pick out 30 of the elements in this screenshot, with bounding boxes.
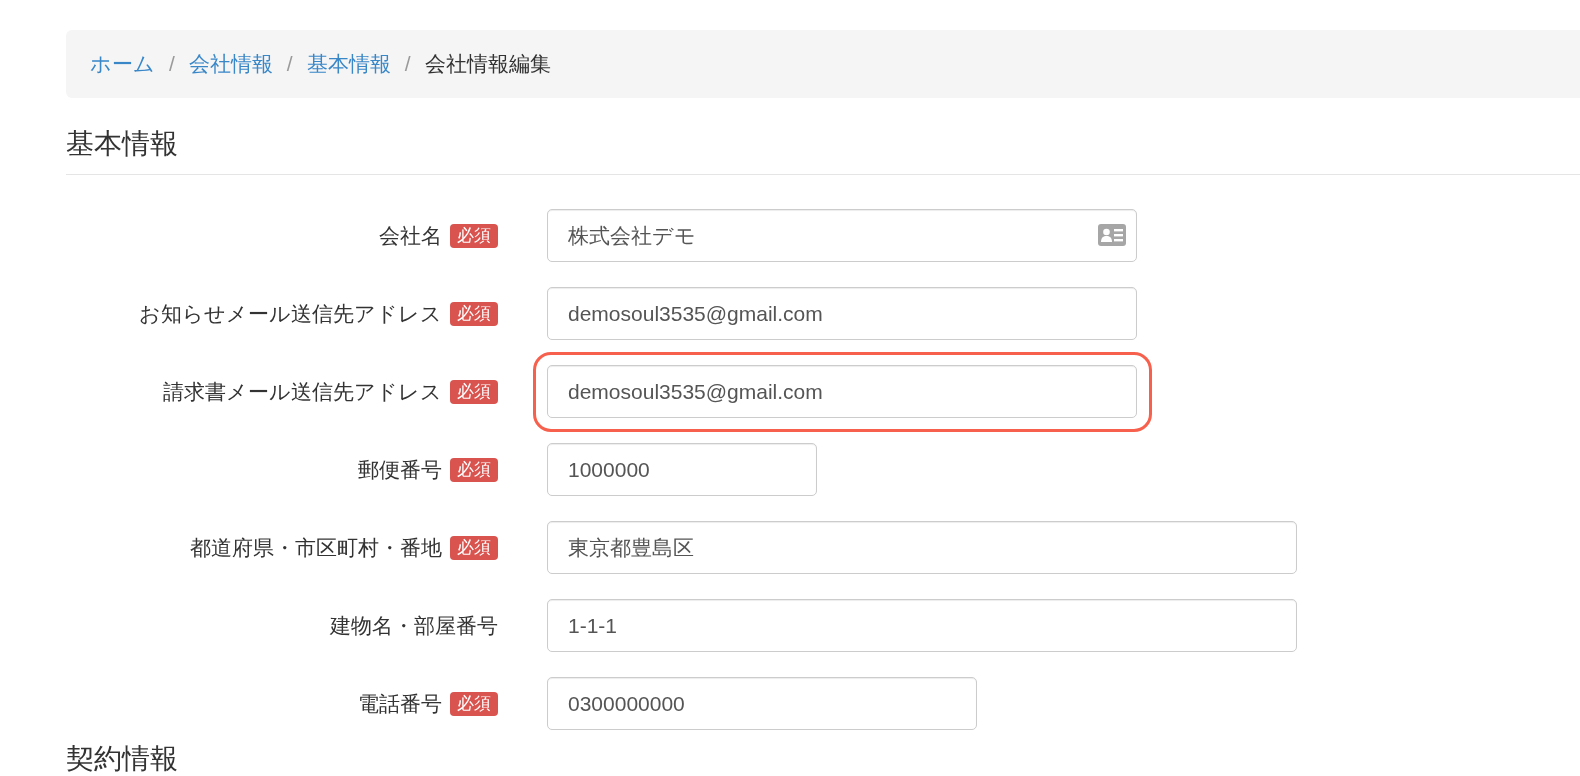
text-field[interactable]: 株式会社デモ bbox=[547, 209, 1137, 262]
section-title: 基本情報 bbox=[66, 127, 178, 161]
text-field[interactable]: demosoul3535@gmail.com bbox=[547, 287, 1137, 340]
required-badge: 必須 bbox=[450, 535, 498, 560]
required-badge: 必須 bbox=[450, 379, 498, 404]
field-label: 会社名 bbox=[379, 222, 442, 249]
field-label: 建物名・部屋番号 bbox=[330, 612, 498, 639]
required-badge: 必須 bbox=[450, 301, 498, 326]
breadcrumb-link[interactable]: 基本情報 bbox=[306, 48, 391, 80]
text-field[interactable]: demosoul3535@gmail.com bbox=[547, 365, 1137, 418]
contact-card-icon bbox=[1098, 224, 1126, 246]
section-title: 契約情報 bbox=[66, 744, 178, 774]
required-badge: 必須 bbox=[450, 457, 498, 482]
required-badge: 必須 bbox=[450, 223, 498, 248]
breadcrumb-link[interactable]: ホーム bbox=[90, 48, 155, 80]
required-badge: 必須 bbox=[450, 691, 498, 716]
text-field[interactable]: 東京都豊島区 bbox=[547, 521, 1297, 574]
field-label: 請求書メール送信先アドレス bbox=[163, 378, 442, 405]
text-field[interactable]: 0300000000 bbox=[547, 677, 977, 730]
breadcrumb-separator: / bbox=[403, 51, 412, 78]
breadcrumb-current: 会社情報編集 bbox=[424, 51, 551, 78]
field-label: お知らせメール送信先アドレス bbox=[139, 300, 442, 327]
field-label: 電話番号 bbox=[358, 690, 442, 717]
field-label: 郵便番号 bbox=[358, 456, 442, 483]
text-field[interactable]: 1-1-1 bbox=[547, 599, 1297, 652]
breadcrumb-separator: / bbox=[168, 51, 176, 78]
text-field[interactable]: 1000000 bbox=[547, 443, 817, 496]
breadcrumb-separator: / bbox=[285, 51, 294, 78]
field-label: 都道府県・市区町村・番地 bbox=[190, 534, 442, 561]
breadcrumb-link[interactable]: 会社情報 bbox=[188, 48, 273, 80]
